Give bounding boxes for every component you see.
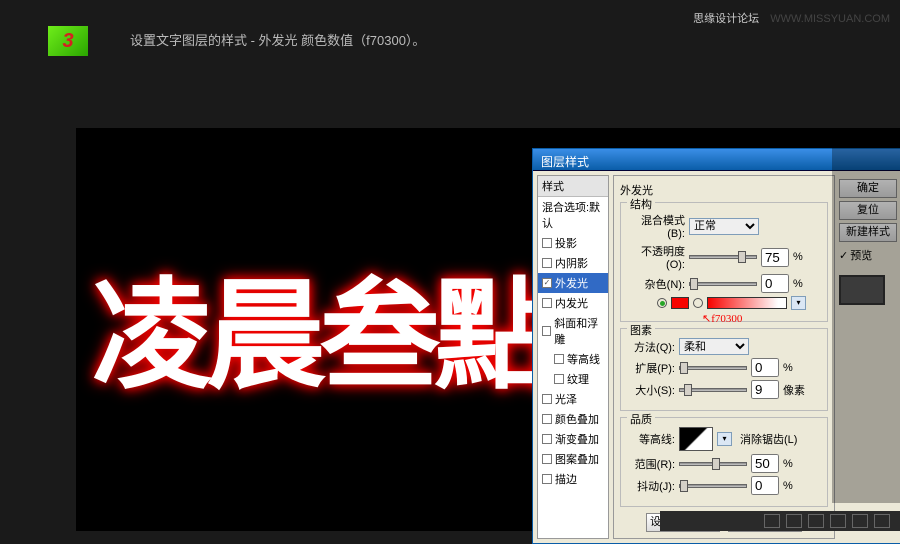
contour-label: 等高线: [627, 431, 675, 447]
style-item-patternoverlay[interactable]: 图案叠加 [538, 449, 608, 469]
size-unit: 像素 [783, 382, 805, 398]
gradient-radio[interactable] [693, 298, 703, 308]
jitter-label: 抖动(J): [627, 478, 675, 494]
gradient-preview[interactable] [707, 297, 787, 309]
method-select[interactable]: 柔和 [679, 338, 749, 355]
style-item-bevel[interactable]: 斜面和浮雕 [538, 313, 608, 349]
checkbox-icon[interactable] [542, 238, 552, 248]
color-swatch[interactable] [671, 297, 689, 309]
group-structure-label: 结构 [627, 196, 655, 212]
spread-input[interactable] [751, 358, 779, 377]
range-slider[interactable] [679, 462, 747, 466]
toolbar-icon[interactable] [808, 514, 824, 528]
group-quality: 品质 等高线: ▾ 消除锯齿(L) 范围(R): % 抖动(J): [620, 417, 828, 507]
style-item-texture[interactable]: 纹理 [538, 369, 608, 389]
checkbox-icon[interactable] [542, 394, 552, 404]
group-elements-label: 图素 [627, 322, 655, 338]
color-annotation: ↖f70300 [702, 312, 742, 325]
checkbox-icon[interactable] [542, 258, 552, 268]
style-item-gradoverlay[interactable]: 渐变叠加 [538, 429, 608, 449]
range-input[interactable] [751, 454, 779, 473]
site-url: WWW.MISSYUAN.COM [770, 13, 890, 25]
toolbar-icon[interactable] [786, 514, 802, 528]
size-slider[interactable] [679, 388, 747, 392]
bottom-toolbar [660, 511, 900, 531]
spread-label: 扩展(P): [627, 360, 675, 376]
jitter-unit: % [783, 480, 793, 492]
site-name: 思缘设计论坛 [693, 13, 759, 25]
checkbox-icon[interactable]: ✓ [542, 278, 552, 288]
checkbox-icon[interactable] [542, 474, 552, 484]
checkbox-icon[interactable] [542, 454, 552, 464]
checkbox-icon[interactable] [542, 434, 552, 444]
blend-mode-select[interactable]: 正常 [689, 218, 759, 235]
noise-slider[interactable] [689, 282, 757, 286]
style-item-satin[interactable]: 光泽 [538, 389, 608, 409]
spread-slider[interactable] [679, 366, 747, 370]
range-unit: % [783, 458, 793, 470]
spread-unit: % [783, 362, 793, 374]
opacity-slider[interactable] [689, 255, 757, 259]
style-item-stroke[interactable]: 描边 [538, 469, 608, 489]
checkbox-icon[interactable] [542, 298, 552, 308]
style-item-innershadow[interactable]: 内阴影 [538, 253, 608, 273]
toolbar-icon[interactable] [874, 514, 890, 528]
noise-input[interactable] [761, 274, 789, 293]
group-structure: 结构 混合模式(B): 正常 不透明度(O): % 杂色(N): % [620, 202, 828, 322]
group-elements: 图素 方法(Q): 柔和 扩展(P): % 大小(S): 像素 [620, 328, 828, 411]
noise-label: 杂色(N): [627, 276, 685, 292]
group-quality-label: 品质 [627, 411, 655, 427]
glow-text: 凌晨叁點 [92, 238, 548, 412]
opacity-label: 不透明度(O): [627, 243, 685, 271]
step-badge: 3 [48, 26, 88, 56]
style-item-dropshadow[interactable]: 投影 [538, 233, 608, 253]
step-number: 3 [62, 30, 73, 53]
color-radio[interactable] [657, 298, 667, 308]
opacity-input[interactable] [761, 248, 789, 267]
blend-options-item[interactable]: 混合选项:默认 [538, 197, 608, 233]
opacity-unit: % [793, 251, 803, 263]
style-list-header: 样式 [538, 176, 608, 197]
antialias-label: 消除锯齿(L) [740, 431, 797, 447]
dropdown-arrow-icon[interactable]: ▾ [791, 296, 806, 310]
style-item-coloroverlay[interactable]: 颜色叠加 [538, 409, 608, 429]
checkbox-icon[interactable] [554, 354, 564, 364]
step-text: 设置文字图层的样式 - 外发光 颜色数值（f70300）。 [130, 30, 425, 49]
method-label: 方法(Q): [627, 339, 675, 355]
size-label: 大小(S): [627, 382, 675, 398]
style-list: 样式 混合选项:默认 投影 内阴影 ✓外发光 内发光 斜面和浮雕 等高线 纹理 … [537, 175, 609, 539]
jitter-slider[interactable] [679, 484, 747, 488]
checkbox-icon[interactable] [542, 326, 551, 336]
size-input[interactable] [751, 380, 779, 399]
range-label: 范围(R): [627, 456, 675, 472]
noise-unit: % [793, 278, 803, 290]
dropdown-arrow-icon[interactable]: ▾ [717, 432, 732, 446]
contour-picker[interactable] [679, 427, 713, 451]
checkbox-icon[interactable] [542, 414, 552, 424]
checkbox-icon[interactable] [554, 374, 564, 384]
style-item-outerglow[interactable]: ✓外发光 [538, 273, 608, 293]
settings-pane: 外发光 结构 混合模式(B): 正常 不透明度(O): % 杂色(N): [613, 175, 835, 539]
jitter-input[interactable] [751, 476, 779, 495]
header-bar: 思缘设计论坛 WWW.MISSYUAN.COM [693, 10, 890, 26]
toolbar-icon[interactable] [852, 514, 868, 528]
blend-mode-label: 混合模式(B): [627, 212, 685, 240]
dim-overlay [832, 148, 900, 503]
toolbar-icon[interactable] [830, 514, 846, 528]
style-item-innerglow[interactable]: 内发光 [538, 293, 608, 313]
style-item-contour[interactable]: 等高线 [538, 349, 608, 369]
toolbar-icon[interactable] [764, 514, 780, 528]
